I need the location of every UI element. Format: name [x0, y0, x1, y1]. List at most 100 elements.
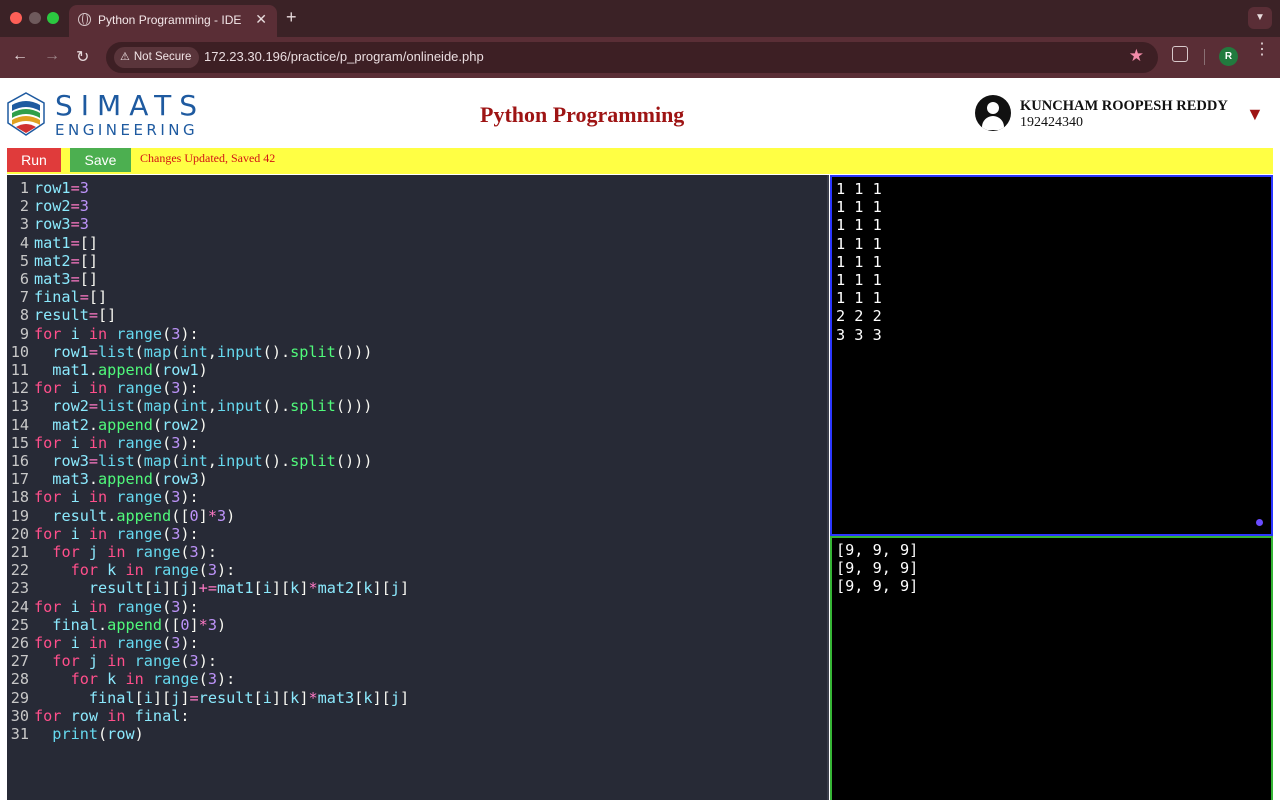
- window-maximize-button[interactable]: [47, 12, 59, 24]
- stdin-text[interactable]: 1 1 1 1 1 1 1 1 1 1 1 1 1 1 1 1 1 1 1 1 …: [836, 180, 882, 344]
- user-avatar-icon[interactable]: [975, 95, 1011, 131]
- code-text[interactable]: mat1.append(row1): [34, 361, 208, 379]
- address-bar[interactable]: ⚠ Not Secure 172.23.30.196/practice/p_pro…: [106, 42, 1158, 73]
- code-text[interactable]: mat2.append(row2): [34, 416, 208, 434]
- browser-tab-active[interactable]: Python Programming - IDE ✕: [69, 5, 277, 37]
- code-text[interactable]: row2=list(map(int,input().split())): [34, 397, 372, 415]
- code-text[interactable]: row2=3: [34, 197, 89, 215]
- code-line[interactable]: 13 row2=list(map(int,input().split())): [7, 397, 373, 415]
- code-line[interactable]: 8 result=[]: [7, 306, 116, 324]
- code-text[interactable]: for j in range(3):: [34, 543, 217, 561]
- code-line[interactable]: 14 mat2.append(row2): [7, 416, 208, 434]
- code-text[interactable]: final[i][j]=result[i][k]*mat3[k][j]: [34, 689, 409, 707]
- code-line[interactable]: 2 row2=3: [7, 197, 89, 215]
- code-line[interactable]: 28 for k in range(3):: [7, 670, 236, 689]
- code-line[interactable]: 1 row1=3: [7, 179, 89, 197]
- new-tab-button[interactable]: +: [286, 7, 297, 28]
- url-text[interactable]: 172.23.30.196/practice/p_program/onlinei…: [204, 49, 484, 64]
- code-line[interactable]: 6 mat3=[]: [7, 270, 98, 288]
- code-text[interactable]: for k in range(3):: [34, 561, 236, 579]
- code-text[interactable]: row3=list(map(int,input().split())): [34, 452, 372, 470]
- window-close-button[interactable]: [10, 12, 22, 24]
- save-button[interactable]: Save: [70, 148, 131, 172]
- code-line[interactable]: 11 mat1.append(row1): [7, 361, 208, 379]
- code-text[interactable]: for i in range(3):: [34, 634, 199, 652]
- code-text[interactable]: for row in final:: [34, 707, 190, 725]
- code-text[interactable]: for k in range(3):: [34, 670, 236, 688]
- chevron-down-icon[interactable]: ▼: [1248, 7, 1272, 29]
- code-line[interactable]: 19 result.append([0]*3): [7, 507, 236, 525]
- code-text[interactable]: for i in range(3):: [34, 525, 199, 543]
- back-arrow-icon[interactable]: ←: [12, 47, 28, 65]
- code-text[interactable]: mat1=[]: [34, 234, 98, 252]
- code-text[interactable]: result.append([0]*3): [34, 507, 235, 525]
- globe-icon: [78, 13, 91, 26]
- code-line[interactable]: 15 for i in range(3):: [7, 434, 199, 452]
- code-text[interactable]: row1=3: [34, 179, 89, 197]
- code-text[interactable]: for j in range(3):: [34, 652, 217, 670]
- code-text[interactable]: for i in range(3):: [34, 488, 199, 506]
- code-line[interactable]: 29 final[i][j]=result[i][k]*mat3[k][j]: [7, 689, 409, 707]
- stdin-input-pane[interactable]: 1 1 1 1 1 1 1 1 1 1 1 1 1 1 1 1 1 1 1 1 …: [830, 175, 1273, 536]
- code-line[interactable]: 10 row1=list(map(int,input().split())): [7, 343, 373, 361]
- code-line[interactable]: 9 for i in range(3):: [7, 325, 199, 343]
- line-number: 6: [19, 270, 29, 288]
- forward-arrow-icon[interactable]: →: [44, 47, 60, 65]
- code-line[interactable]: 16 row3=list(map(int,input().split())): [7, 452, 373, 470]
- code-line[interactable]: 18 for i in range(3):: [7, 488, 199, 506]
- code-editor[interactable]: 1 row1=3 2 row2=3 3 row3=3 4 mat1=[] 5 mat2=[] 6 ma…: [7, 175, 829, 800]
- code-text[interactable]: result=[]: [34, 306, 116, 324]
- line-number: 26: [10, 634, 29, 652]
- code-text[interactable]: mat3=[]: [34, 270, 98, 288]
- profile-avatar[interactable]: R: [1219, 47, 1238, 66]
- code-line[interactable]: 26 for i in range(3):: [7, 634, 199, 652]
- code-text[interactable]: row3=3: [34, 215, 89, 233]
- line-number: 20: [10, 524, 29, 543]
- user-menu-caret-icon[interactable]: ▼: [1246, 104, 1264, 125]
- code-text[interactable]: row1=list(map(int,input().split())): [34, 343, 372, 361]
- extensions-puzzle-icon[interactable]: [1172, 46, 1188, 62]
- window-minimize-button[interactable]: [29, 12, 41, 24]
- simats-logo-icon: [7, 92, 45, 136]
- security-indicator[interactable]: ⚠ Not Secure: [114, 47, 200, 68]
- resize-handle-icon[interactable]: [1256, 519, 1263, 526]
- code-line[interactable]: 21 for j in range(3):: [7, 543, 217, 561]
- line-number: 8: [19, 306, 29, 325]
- code-text[interactable]: for i in range(3):: [34, 379, 199, 397]
- code-line[interactable]: 24 for i in range(3):: [7, 598, 199, 616]
- code-line[interactable]: 22 for k in range(3):: [7, 561, 236, 579]
- code-text[interactable]: mat2=[]: [34, 252, 98, 270]
- code-line[interactable]: 4 mat1=[]: [7, 234, 98, 252]
- more-menu-icon[interactable]: ⋮: [1254, 42, 1270, 58]
- line-number: 3: [19, 215, 29, 234]
- user-name: KUNCHAM ROOPESH REDDY: [1020, 98, 1228, 114]
- code-line[interactable]: 5 mat2=[]: [7, 252, 98, 270]
- program-output-pane: [9, 9, 9] [9, 9, 9] [9, 9, 9]: [830, 536, 1273, 800]
- code-text[interactable]: result[i][j]+=mat1[i][k]*mat2[k][j]: [34, 579, 409, 597]
- bookmark-star-icon[interactable]: ★: [1129, 46, 1144, 66]
- code-line[interactable]: 20 for i in range(3):: [7, 525, 199, 543]
- code-line[interactable]: 3 row3=3: [7, 215, 89, 233]
- run-button[interactable]: Run: [7, 148, 61, 172]
- code-line[interactable]: 27 for j in range(3):: [7, 652, 217, 670]
- code-text[interactable]: final.append([0]*3): [34, 616, 226, 634]
- code-text[interactable]: mat3.append(row3): [34, 470, 208, 488]
- line-number: 7: [19, 288, 29, 307]
- code-line[interactable]: 7 final=[]: [7, 288, 107, 306]
- code-text[interactable]: for i in range(3):: [34, 325, 199, 343]
- code-line[interactable]: 23 result[i][j]+=mat1[i][k]*mat2[k][j]: [7, 579, 409, 597]
- code-text[interactable]: print(row): [34, 725, 143, 743]
- toolbar-divider: [1204, 49, 1205, 65]
- code-line[interactable]: 31 print(row): [7, 725, 144, 743]
- code-line[interactable]: 25 final.append([0]*3): [7, 616, 226, 634]
- line-number: 2: [19, 197, 29, 216]
- code-line[interactable]: 30 for row in final:: [7, 707, 190, 725]
- code-text[interactable]: final=[]: [34, 288, 107, 306]
- code-text[interactable]: for i in range(3):: [34, 434, 199, 452]
- code-line[interactable]: 12 for i in range(3):: [7, 379, 199, 397]
- code-line[interactable]: 17 mat3.append(row3): [7, 470, 208, 488]
- reload-icon[interactable]: ↻: [76, 47, 89, 67]
- tab-close-icon[interactable]: ✕: [255, 11, 267, 28]
- line-number: 28: [10, 670, 29, 689]
- code-text[interactable]: for i in range(3):: [34, 598, 199, 616]
